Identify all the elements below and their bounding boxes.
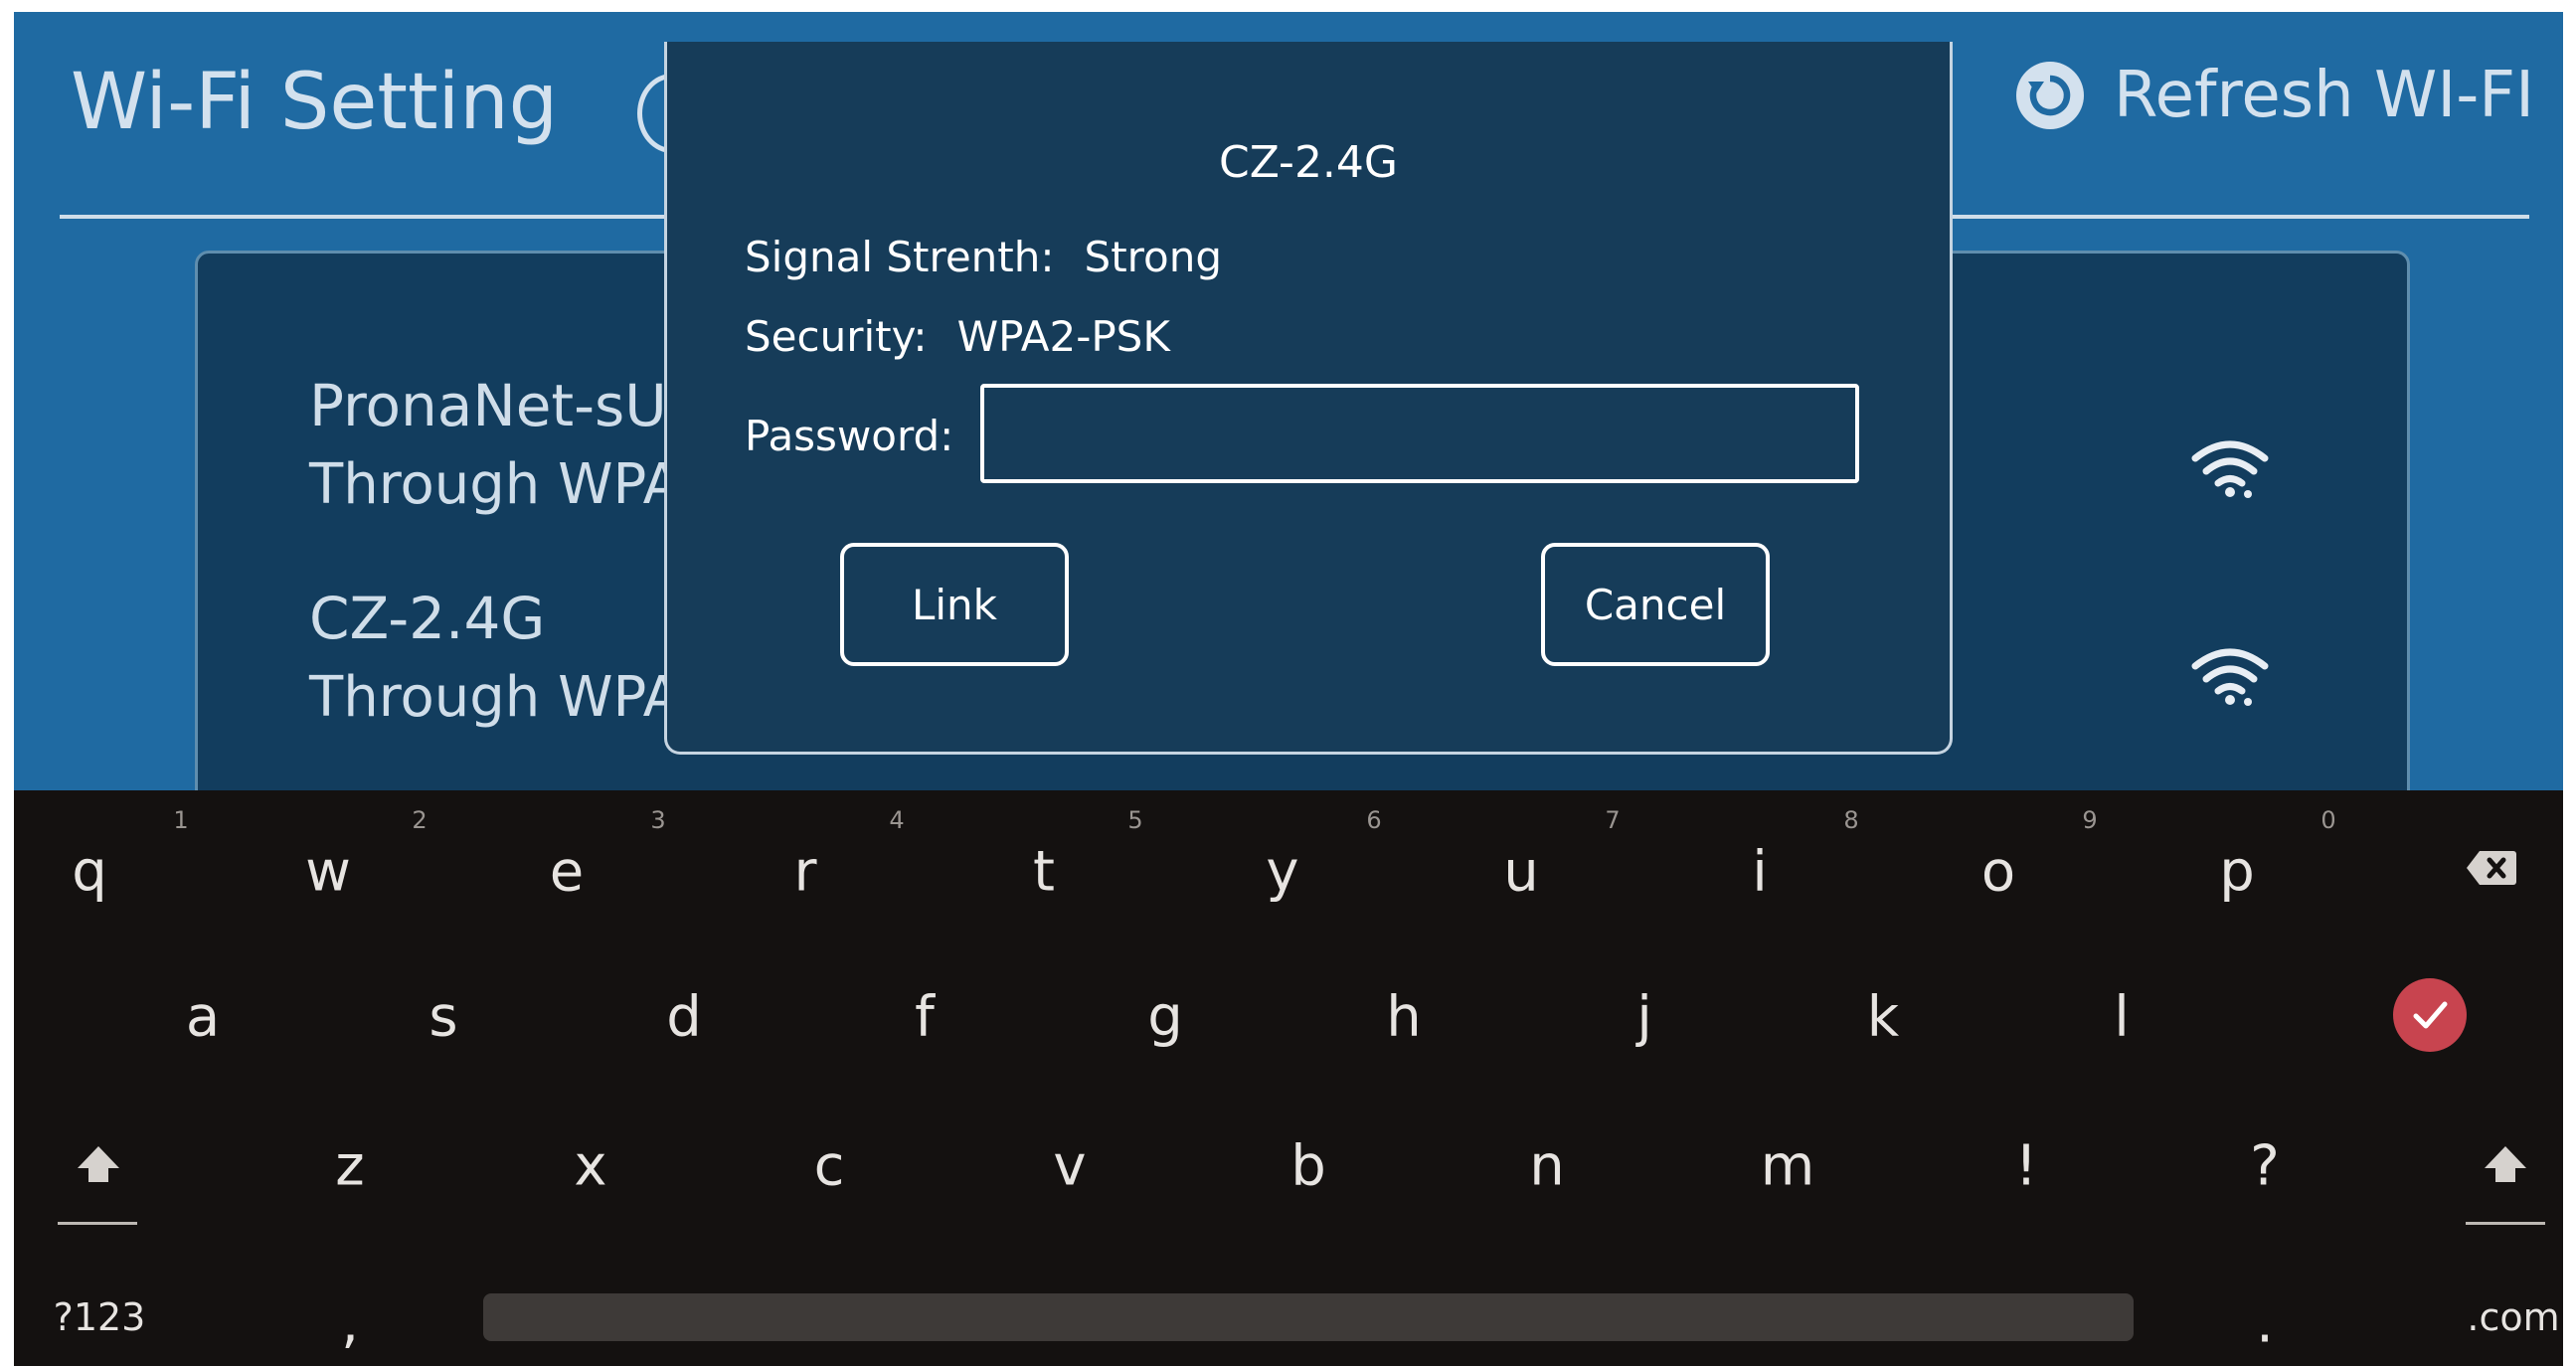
network-name: PronaNet-sU (309, 372, 667, 439)
key-y[interactable]: y (1266, 840, 1298, 905)
password-label: Password: (745, 412, 954, 460)
on-screen-keyboard: q w e r t y u i o p 1 2 3 4 5 6 7 8 9 0 … (14, 790, 2563, 1366)
key-v[interactable]: v (1053, 1134, 1086, 1199)
security-row: Security: WPA2-PSK (745, 312, 1170, 361)
key-hint: 9 (2082, 806, 2098, 834)
refresh-icon (2016, 62, 2084, 129)
key-l[interactable]: l (2114, 985, 2130, 1050)
key-s[interactable]: s (429, 985, 457, 1050)
key-a[interactable]: a (186, 985, 220, 1050)
security-value: WPA2-PSK (956, 312, 1170, 361)
key-j[interactable]: j (1636, 985, 1652, 1050)
wifi-connect-dialog: CZ-2.4G Signal Strenth: Strong Security: W… (664, 42, 1953, 755)
key-c[interactable]: c (814, 1134, 845, 1199)
numbers-key[interactable]: ?123 (54, 1295, 146, 1339)
key-exclamation[interactable]: ! (2015, 1134, 2037, 1199)
key-question[interactable]: ? (2250, 1134, 2280, 1199)
refresh-wifi-button[interactable]: Refresh WI-FI (2014, 46, 2534, 145)
security-label: Security: (745, 312, 928, 361)
link-button[interactable]: Link (840, 543, 1069, 666)
key-x[interactable]: x (574, 1134, 606, 1199)
check-icon[interactable] (2392, 977, 2468, 1053)
network-name: CZ-2.4G (309, 585, 546, 652)
key-k[interactable]: k (1867, 985, 1899, 1050)
key-hint: 6 (1366, 806, 1382, 834)
key-u[interactable]: u (1503, 840, 1539, 905)
key-hint: 1 (173, 806, 189, 834)
page-title: Wi-Fi Setting (71, 58, 559, 147)
backspace-icon[interactable] (2466, 849, 2517, 887)
key-d[interactable]: d (666, 985, 702, 1050)
spacebar[interactable] (483, 1293, 2134, 1341)
signal-strength-value: Strong (1084, 233, 1222, 281)
key-q[interactable]: q (72, 840, 107, 905)
signal-strength-label: Signal Strenth: (745, 233, 1055, 281)
key-m[interactable]: m (1761, 1134, 1815, 1199)
key-hint: 7 (1605, 806, 1621, 834)
dotcom-key[interactable]: .com (2467, 1295, 2559, 1339)
shift-indicator (58, 1222, 137, 1225)
key-n[interactable]: n (1529, 1134, 1565, 1199)
key-b[interactable]: b (1290, 1134, 1326, 1199)
key-hint: 0 (2320, 806, 2336, 834)
network-item[interactable]: CZ-2.4G Through WPA (309, 586, 681, 731)
signal-strength-row: Signal Strenth: Strong (745, 233, 1222, 281)
wifi-icon (2191, 648, 2269, 706)
wifi-settings-screen: Wi-Fi Setting Refresh WI-FI PronaNet-sU … (14, 12, 2563, 790)
key-period[interactable]: . (2256, 1291, 2274, 1356)
key-w[interactable]: w (305, 840, 351, 905)
shift-indicator (2466, 1222, 2545, 1225)
wifi-icon (2191, 440, 2269, 498)
key-o[interactable]: o (1981, 840, 2015, 905)
key-hint: 4 (889, 806, 905, 834)
network-security: Through WPA (309, 665, 681, 730)
key-comma[interactable]: , (341, 1291, 359, 1356)
key-t[interactable]: t (1033, 840, 1055, 905)
refresh-wifi-label: Refresh WI-FI (2114, 59, 2534, 132)
key-i[interactable]: i (1752, 840, 1768, 905)
password-input[interactable] (980, 384, 1859, 483)
key-p[interactable]: p (2219, 840, 2255, 905)
key-g[interactable]: g (1147, 985, 1183, 1050)
key-hint: 5 (1127, 806, 1143, 834)
shift-icon[interactable] (2483, 1144, 2528, 1184)
key-hint: 3 (650, 806, 666, 834)
network-security: Through WPA (309, 452, 681, 517)
key-hint: 8 (1843, 806, 1859, 834)
key-h[interactable]: h (1386, 985, 1422, 1050)
key-z[interactable]: z (335, 1134, 364, 1199)
key-r[interactable]: r (793, 840, 816, 905)
cancel-button[interactable]: Cancel (1541, 543, 1770, 666)
network-item[interactable]: PronaNet-sU Through WPA (309, 373, 681, 518)
key-f[interactable]: f (915, 985, 935, 1050)
shift-icon[interactable] (76, 1144, 121, 1184)
key-e[interactable]: e (550, 840, 584, 905)
key-hint: 2 (412, 806, 428, 834)
dialog-title: CZ-2.4G (1218, 137, 1399, 188)
